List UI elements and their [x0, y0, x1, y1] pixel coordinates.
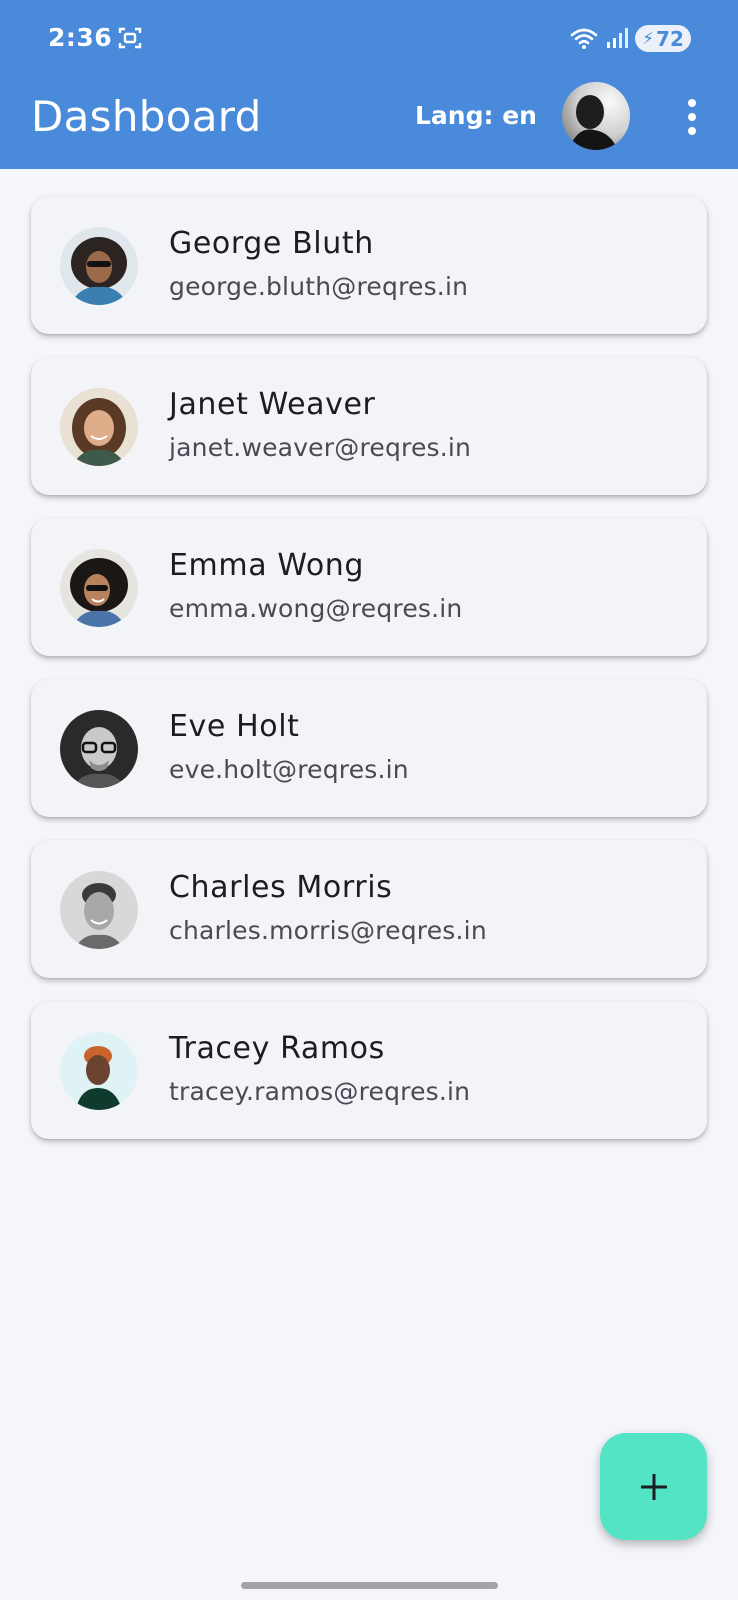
user-avatar [60, 1032, 138, 1110]
user-card[interactable]: Eve Holt eve.holt@reqres.in [31, 679, 707, 817]
user-name: Janet Weaver [169, 387, 376, 422]
battery-indicator: ⚡ 72 [635, 25, 691, 52]
battery-level: 72 [656, 26, 684, 51]
page-title: Dashboard [31, 92, 262, 141]
app-bar: 2:36 ⚡ 72 Dashboard Lang: en [0, 0, 738, 169]
cell-signal-icon [607, 28, 628, 48]
charging-bolt-icon: ⚡ [642, 28, 655, 49]
user-avatar [60, 871, 138, 949]
user-name: George Bluth [169, 226, 374, 261]
screen-record-icon [118, 27, 142, 49]
user-email: emma.wong@reqres.in [169, 594, 463, 623]
user-name: Tracey Ramos [169, 1031, 385, 1066]
user-email: janet.weaver@reqres.in [169, 433, 472, 462]
user-name: Eve Holt [169, 709, 300, 744]
user-email: george.bluth@reqres.in [169, 272, 469, 301]
user-card[interactable]: George Bluth george.bluth@reqres.in [31, 196, 707, 334]
user-card[interactable]: Tracey Ramos tracey.ramos@reqres.in [31, 1001, 707, 1139]
user-name: Emma Wong [169, 548, 365, 583]
user-name: Charles Morris [169, 870, 393, 905]
user-email: charles.morris@reqres.in [169, 916, 487, 945]
home-indicator[interactable] [241, 1582, 498, 1589]
status-time: 2:36 [48, 23, 113, 52]
user-card[interactable]: Charles Morris charles.morris@reqres.in [31, 840, 707, 978]
profile-avatar[interactable] [562, 82, 630, 150]
user-avatar [60, 710, 138, 788]
more-vert-icon[interactable] [682, 98, 702, 136]
add-icon [640, 1473, 667, 1500]
user-avatar [60, 388, 138, 466]
wifi-icon [570, 28, 598, 49]
language-selector[interactable]: Lang: en [415, 101, 537, 130]
user-card[interactable]: Janet Weaver janet.weaver@reqres.in [31, 357, 707, 495]
user-avatar [60, 549, 138, 627]
user-email: tracey.ramos@reqres.in [169, 1077, 471, 1106]
user-avatar [60, 227, 138, 305]
user-card[interactable]: Emma Wong emma.wong@reqres.in [31, 518, 707, 656]
user-email: eve.holt@reqres.in [169, 755, 409, 784]
add-user-button[interactable] [600, 1433, 707, 1540]
